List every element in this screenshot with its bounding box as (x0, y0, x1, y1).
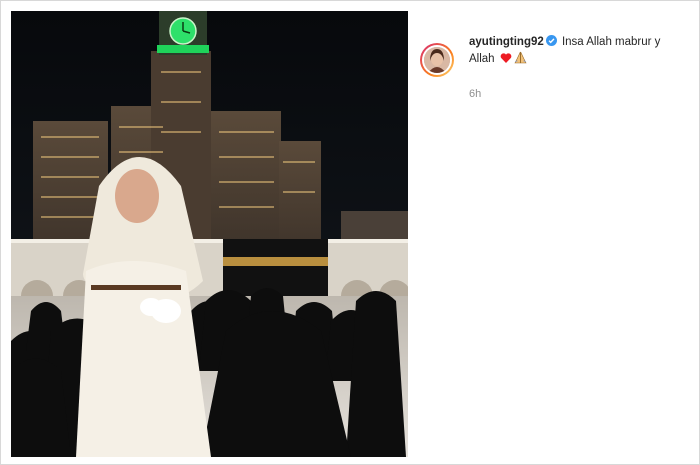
praying-hands-icon (514, 51, 527, 70)
profile-avatar[interactable] (420, 43, 454, 77)
avatar-photo (424, 47, 450, 73)
post-sidebar: ayutingting92 Insa Allah mabrur y Allah … (408, 11, 690, 457)
red-heart-icon (500, 52, 512, 70)
post-photo[interactable] (11, 11, 408, 457)
username-link[interactable]: ayutingting92 (469, 36, 544, 48)
photo-illustration (11, 11, 408, 457)
post-timestamp[interactable]: 6h (469, 88, 481, 100)
post-container: ayutingting92 Insa Allah mabrur y Allah … (0, 0, 700, 465)
verified-badge-icon (545, 35, 557, 46)
post-caption: ayutingting92 Insa Allah mabrur y Allah (469, 34, 679, 70)
